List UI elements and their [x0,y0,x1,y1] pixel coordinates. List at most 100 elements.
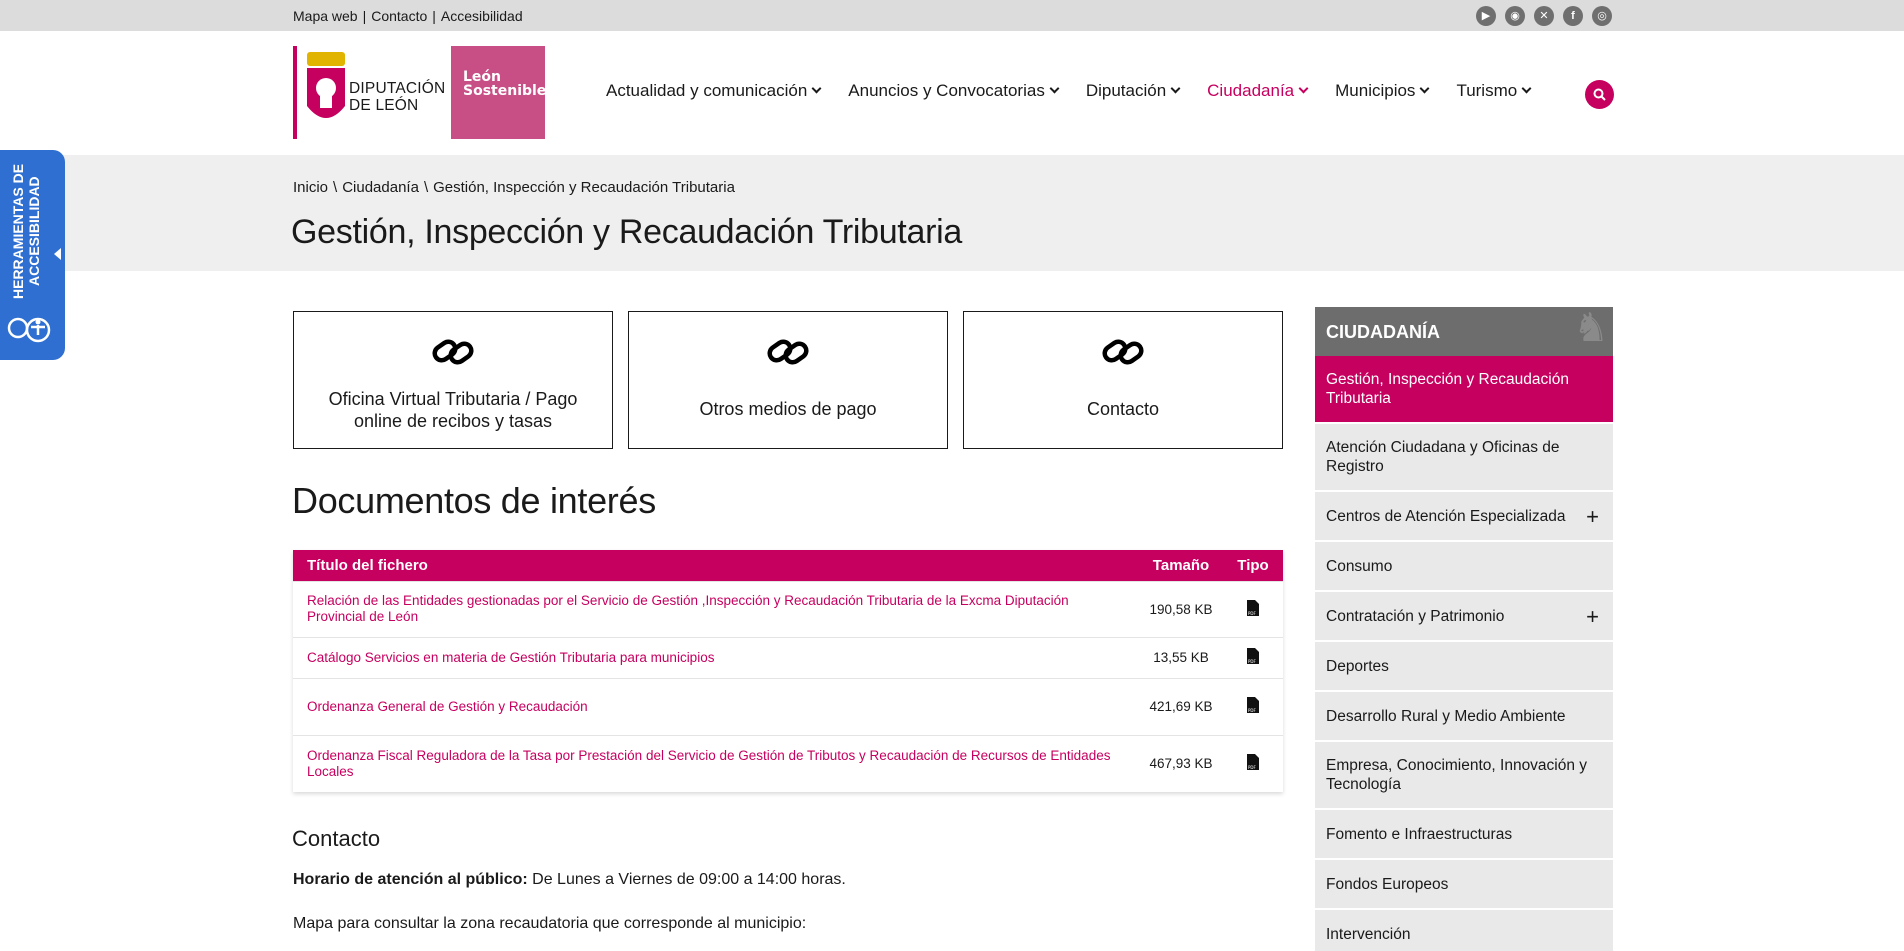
leon-sostenible-text: León Sostenible [463,70,546,98]
page-title-band: Inicio \ Ciudadanía \ Gestión, Inspección y … [0,155,1904,271]
chevron-down-icon [1298,83,1309,94]
opening-hours-label: Horario de atención al público: [293,871,528,888]
youtube-icon[interactable]: ▶ [1476,6,1496,26]
nav-item-diputacion[interactable]: Diputación [1086,81,1181,101]
table-header-row: Título del fichero Tamaño Tipo [293,550,1283,581]
sidebar-item-label: Deportes [1326,657,1389,675]
nav-item-anuncios[interactable]: Anuncios y Convocatorias [848,81,1060,101]
sidebar-item-label: Centros de Atención Especializada [1326,507,1566,525]
column-header-tipo: Tipo [1223,550,1283,581]
accessibility-icon [7,317,51,343]
breadcrumb-current: Gestión, Inspección y Recaudación Tribut… [433,179,735,196]
pdf-icon-text: PDF [1248,708,1256,713]
sidebar-title: CIUDADANÍA ♞ [1315,307,1613,356]
social-links: ▶ ◉ ✕ f ◎ [1476,6,1612,26]
separator: | [362,8,367,24]
document-type[interactable]: PDF [1223,734,1283,792]
sidebar-item-label: Empresa, Conocimiento, Innovación y Tecn… [1326,757,1588,793]
accessibility-tab-label: HERRAMIENTAS DE ACCESIBILIDAD [10,163,42,299]
sidebar-item-contratacion[interactable]: Contratación y Patrimonio + [1315,592,1613,640]
sidebar-item-atencion-ciudadana[interactable]: Atención Ciudadana y Oficinas de Registr… [1315,424,1613,490]
chevron-down-icon [1170,83,1181,94]
document-size: 467,93 KB [1139,734,1223,792]
search-button[interactable] [1585,80,1614,109]
card-otros-medios-pago[interactable]: Otros medios de pago [628,311,948,449]
sidebar-item-label: Contratación y Patrimonio [1326,607,1505,625]
sidebar-item-empresa[interactable]: Empresa, Conocimiento, Innovación y Tecn… [1315,742,1613,808]
sidebar-item-label: Consumo [1326,557,1393,575]
breadcrumb-separator: \ [333,179,338,196]
sidebar-item-label: Gestión, Inspección y Recaudación Tribut… [1326,371,1569,407]
utility-links: Mapa web | Contacto | Accesibilidad [293,8,523,24]
document-type[interactable]: PDF [1223,636,1283,678]
documents-heading: Documentos de interés [292,480,656,521]
sidebar-item-fomento[interactable]: Fomento e Infraestructuras [1315,810,1613,858]
sidebar-item-deportes[interactable]: Deportes [1315,642,1613,690]
utility-link-contacto[interactable]: Contacto [371,8,427,24]
nav-item-actualidad[interactable]: Actualidad y comunicación [606,81,822,101]
page-title: Gestión, Inspección y Recaudación Tribut… [291,213,962,251]
card-oficina-virtual[interactable]: Oficina Virtual Tributaria / Pago online… [293,311,613,449]
sidebar-item-label: Desarrollo Rural y Medio Ambiente [1326,707,1566,725]
column-header-tamano: Tamaño [1139,550,1223,581]
logo-text-line1: DIPUTACIÓN [349,80,446,97]
utility-link-accesibilidad[interactable]: Accesibilidad [441,8,523,24]
top-utility-bar: Mapa web | Contacto | Accesibilidad ▶ ◉ ✕ f … [0,0,1904,31]
pdf-icon-text: PDF [1248,659,1256,664]
breadcrumb-ciudadania[interactable]: Ciudadanía [342,179,419,196]
link-icon [767,339,809,365]
sidebar-item-fondos-europeos[interactable]: Fondos Europeos [1315,860,1613,908]
document-type[interactable]: PDF [1223,677,1283,735]
document-link[interactable]: Ordenanza Fiscal Reguladora de la Tasa p… [293,734,1139,792]
sidebar-item-consumo[interactable]: Consumo [1315,542,1613,590]
nav-item-ciudadania[interactable]: Ciudadanía [1207,81,1309,101]
document-link[interactable]: Catálogo Servicios en materia de Gestión… [293,636,1139,678]
instagram-icon[interactable]: ◎ [1592,6,1612,26]
link-icon [432,339,474,365]
site-header: DIPUTACIÓN DE LEÓN León Sostenible Actua… [0,31,1904,155]
card-contacto[interactable]: Contacto [963,311,1283,449]
document-size: 13,55 KB [1139,636,1223,678]
contact-heading: Contacto [292,826,381,851]
sidebar-item-centros-atencion[interactable]: Centros de Atención Especializada + [1315,492,1613,540]
pdf-icon-text: PDF [1248,611,1256,616]
main-nav: Actualidad y comunicación Anuncios y Con… [606,81,1558,101]
sidebar-item-gestion-tributaria[interactable]: Gestión, Inspección y Recaudación Tribut… [1315,356,1613,422]
card-label: Contacto [1086,399,1160,419]
table-row: Relación de las Entidades gestionadas po… [293,580,1283,637]
sidebar-menu: CIUDADANÍA ♞ Gestión, Inspección y Recau… [1315,307,1613,951]
sidebar-item-desarrollo-rural[interactable]: Desarrollo Rural y Medio Ambiente [1315,692,1613,740]
utility-link-mapa-web[interactable]: Mapa web [293,8,358,24]
accessibility-tools-tab[interactable]: HERRAMIENTAS DE ACCESIBILIDAD [0,150,65,360]
document-size: 421,69 KB [1139,677,1223,735]
map-text: Mapa para consultar la zona recaudatoria… [293,915,807,932]
chevron-down-icon [1419,83,1430,94]
breadcrumb-inicio[interactable]: Inicio [293,179,328,196]
arrow-left-icon [54,248,61,260]
search-icon [1593,88,1606,101]
sidebar-item-label: Atención Ciudadana y Oficinas de Registr… [1326,439,1560,475]
facebook-icon[interactable]: f [1563,6,1583,26]
document-link[interactable]: Ordenanza General de Gestión y Recaudaci… [293,677,1139,735]
chevron-down-icon [811,83,822,94]
diputacion-logo-text: DIPUTACIÓN DE LEÓN [349,80,445,114]
lion-watermark-icon: ♞ [1573,307,1609,350]
breadcrumb: Inicio \ Ciudadanía \ Gestión, Inspección y … [293,179,735,196]
documents-table: Título del fichero Tamaño Tipo Relación … [293,550,1283,792]
sidebar-item-label: Fondos Europeos [1326,875,1449,893]
logo2-line2: Sostenible [463,83,547,99]
rss-icon[interactable]: ◉ [1505,6,1525,26]
link-icon [1102,339,1144,365]
expand-plus-icon[interactable]: + [1586,605,1599,627]
leon-sostenible-logo[interactable]: León Sostenible [451,46,546,139]
nav-item-municipios[interactable]: Municipios [1335,81,1430,101]
pdf-file-icon: PDF [1247,754,1259,771]
document-link[interactable]: Relación de las Entidades gestionadas po… [293,580,1139,637]
document-type[interactable]: PDF [1223,580,1283,637]
sidebar-item-intervencion[interactable]: Intervención [1315,910,1613,951]
diputacion-logo[interactable]: DIPUTACIÓN DE LEÓN [293,46,445,139]
x-icon[interactable]: ✕ [1534,6,1554,26]
pdf-file-icon: PDF [1247,648,1259,664]
expand-plus-icon[interactable]: + [1586,505,1599,527]
nav-item-turismo[interactable]: Turismo [1456,81,1532,101]
